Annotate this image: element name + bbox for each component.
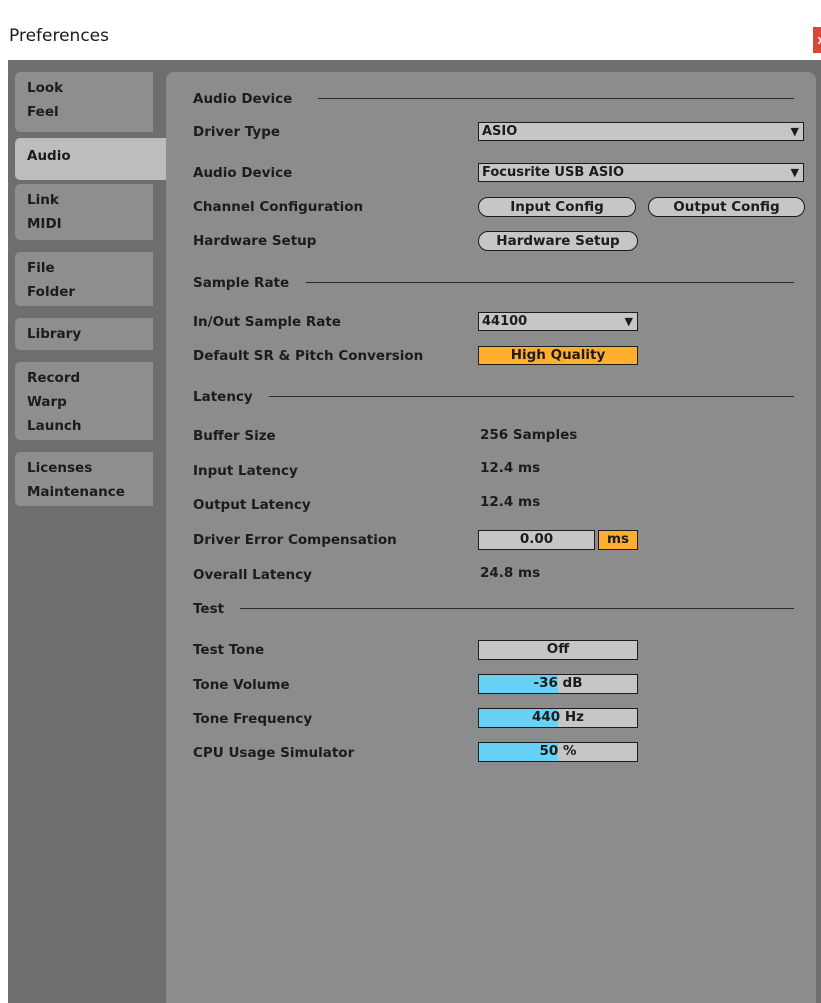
cpu-usage-simulator-label: CPU Usage Simulator bbox=[193, 745, 355, 761]
audio-device-dropdown[interactable]: Focusrite USB ASIO ▼ bbox=[478, 163, 804, 182]
tab-label: Look bbox=[27, 80, 64, 96]
driver-error-unit: ms bbox=[598, 530, 638, 550]
tab-library[interactable]: Library bbox=[15, 318, 153, 350]
hardware-setup-button[interactable]: Hardware Setup bbox=[478, 231, 638, 251]
test-tone-label: Test Tone bbox=[193, 642, 265, 658]
preferences-window: Preferences x Look Feel Audio Link MIDI … bbox=[0, 0, 821, 1003]
test-tone-toggle[interactable]: Off bbox=[478, 640, 638, 660]
input-latency-label: Input Latency bbox=[193, 463, 298, 479]
chevron-down-icon: ▼ bbox=[624, 315, 633, 328]
section-title-sample-rate: Sample Rate bbox=[193, 275, 290, 291]
input-config-button[interactable]: Input Config bbox=[478, 197, 636, 217]
tab-label: MIDI bbox=[27, 216, 62, 232]
overall-latency-label: Overall Latency bbox=[193, 567, 312, 583]
pitch-conversion-label: Default SR & Pitch Conversion bbox=[193, 348, 424, 364]
section-divider bbox=[240, 608, 794, 609]
output-latency-value: 12.4 ms bbox=[480, 494, 541, 510]
buffer-size-label: Buffer Size bbox=[193, 428, 276, 444]
section-divider bbox=[318, 98, 794, 99]
title-bar: Preferences x bbox=[0, 0, 821, 60]
tab-label: Warp bbox=[27, 394, 67, 410]
section-title-test: Test bbox=[193, 601, 225, 617]
tone-volume-slider[interactable]: -36 dB bbox=[478, 674, 638, 694]
section-title-audio-device: Audio Device bbox=[193, 91, 293, 107]
output-config-button[interactable]: Output Config bbox=[648, 197, 805, 217]
overall-latency-value: 24.8 ms bbox=[480, 565, 541, 581]
tab-label: Licenses bbox=[27, 460, 93, 476]
sample-rate-dropdown[interactable]: 44100 ▼ bbox=[478, 312, 638, 331]
driver-error-compensation-input[interactable]: 0.00 bbox=[478, 530, 595, 550]
section-divider bbox=[306, 282, 794, 283]
tone-frequency-label: Tone Frequency bbox=[193, 711, 313, 727]
tone-volume-label: Tone Volume bbox=[193, 677, 290, 693]
channel-configuration-label: Channel Configuration bbox=[193, 199, 364, 215]
pitch-conversion-toggle[interactable]: High Quality bbox=[478, 346, 638, 365]
audio-device-label: Audio Device bbox=[193, 165, 293, 181]
output-latency-label: Output Latency bbox=[193, 497, 311, 513]
tab-label: Launch bbox=[27, 418, 82, 434]
tone-frequency-slider[interactable]: 440 Hz bbox=[478, 708, 638, 728]
tab-label: Folder bbox=[27, 284, 76, 300]
audio-device-value: Focusrite USB ASIO bbox=[482, 165, 625, 180]
tab-label: Library bbox=[27, 326, 82, 342]
tab-label: Record bbox=[27, 370, 81, 386]
buffer-size-value[interactable]: 256 Samples bbox=[480, 427, 577, 443]
driver-type-value: ASIO bbox=[482, 124, 518, 139]
tab-label: Feel bbox=[27, 104, 59, 120]
driver-type-dropdown[interactable]: ASIO ▼ bbox=[478, 122, 804, 141]
driver-type-label: Driver Type bbox=[193, 124, 281, 140]
tab-label: Audio bbox=[27, 148, 71, 164]
tab-label: File bbox=[27, 260, 55, 276]
window-title: Preferences bbox=[9, 26, 109, 46]
cpu-usage-value: 50 % bbox=[539, 743, 577, 759]
in-out-sample-rate-label: In/Out Sample Rate bbox=[193, 314, 341, 330]
tab-label: Maintenance bbox=[27, 484, 125, 500]
tab-record-warp-launch[interactable]: Record Warp Launch bbox=[15, 362, 153, 440]
tab-file-folder[interactable]: File Folder bbox=[15, 252, 153, 306]
chevron-down-icon: ▼ bbox=[790, 166, 799, 179]
sample-rate-value: 44100 bbox=[482, 314, 528, 329]
tab-look-feel[interactable]: Look Feel bbox=[15, 72, 153, 132]
close-button[interactable]: x bbox=[813, 27, 821, 53]
section-divider bbox=[269, 396, 794, 397]
chevron-down-icon: ▼ bbox=[790, 125, 799, 138]
cpu-usage-simulator-slider[interactable]: 50 % bbox=[478, 742, 638, 762]
tone-volume-value: -36 dB bbox=[533, 675, 583, 691]
hardware-setup-label: Hardware Setup bbox=[193, 233, 317, 249]
tab-audio[interactable]: Audio bbox=[15, 138, 166, 180]
input-latency-value: 12.4 ms bbox=[480, 460, 541, 476]
tab-link-midi[interactable]: Link MIDI bbox=[15, 184, 153, 240]
tone-frequency-value: 440 Hz bbox=[531, 709, 585, 725]
section-title-latency: Latency bbox=[193, 389, 253, 405]
tab-label: Link bbox=[27, 192, 59, 208]
tab-licenses-maintenance[interactable]: Licenses Maintenance bbox=[15, 452, 153, 506]
driver-error-compensation-label: Driver Error Compensation bbox=[193, 532, 397, 548]
